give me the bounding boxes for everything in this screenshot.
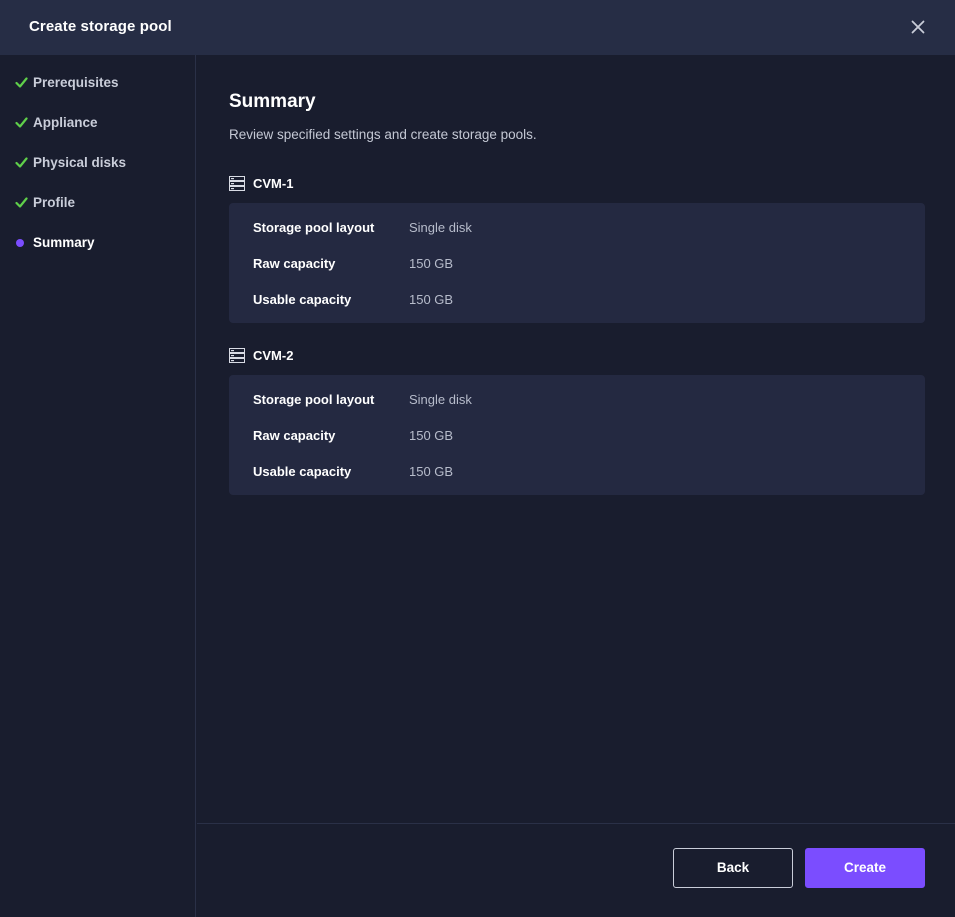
create-storage-pool-dialog: Create storage pool Prerequisites Applia… — [0, 0, 955, 917]
close-icon[interactable] — [909, 18, 927, 36]
detail-value: 150 GB — [409, 464, 454, 479]
pool-details-card: Storage pool layout Single disk Raw capa… — [229, 375, 925, 495]
detail-key: Usable capacity — [253, 292, 352, 307]
step-summary[interactable]: Summary — [0, 232, 195, 256]
back-button[interactable]: Back — [673, 848, 793, 888]
detail-row: Storage pool layout Single disk — [253, 392, 893, 412]
detail-row: Usable capacity 150 GB — [253, 464, 893, 484]
step-label: Summary — [33, 235, 95, 250]
page-description: Review specified settings and create sto… — [229, 127, 537, 142]
server-icon — [229, 176, 245, 191]
detail-value: 150 GB — [409, 428, 454, 443]
check-icon — [15, 76, 28, 89]
summary-panel: Summary Review specified settings and cr… — [197, 55, 955, 823]
step-label: Prerequisites — [33, 75, 119, 90]
step-label: Appliance — [33, 115, 98, 130]
step-physical-disks[interactable]: Physical disks — [0, 152, 195, 176]
detail-value: 150 GB — [409, 292, 454, 307]
check-icon — [15, 156, 28, 169]
detail-key: Storage pool layout — [253, 220, 375, 235]
pool-header-cvm-2: CVM-2 — [229, 347, 529, 365]
create-button[interactable]: Create — [805, 848, 925, 888]
pool-name: CVM-2 — [253, 348, 294, 363]
detail-key: Usable capacity — [253, 464, 352, 479]
step-label: Physical disks — [33, 155, 127, 170]
detail-key: Raw capacity — [253, 428, 336, 443]
pool-details-card: Storage pool layout Single disk Raw capa… — [229, 203, 925, 323]
dialog-footer: Back Create — [197, 823, 955, 917]
page-title: Summary — [229, 91, 316, 112]
step-appliance[interactable]: Appliance — [0, 112, 195, 136]
dot-icon — [16, 239, 24, 247]
check-icon — [15, 116, 28, 129]
step-prerequisites[interactable]: Prerequisites — [0, 72, 195, 96]
detail-row: Raw capacity 150 GB — [253, 256, 893, 276]
check-icon — [15, 196, 28, 209]
step-label: Profile — [33, 195, 76, 210]
detail-key: Raw capacity — [253, 256, 336, 271]
detail-key: Storage pool layout — [253, 392, 375, 407]
dialog-title: Create storage pool — [29, 18, 172, 35]
step-profile[interactable]: Profile — [0, 192, 195, 216]
detail-row: Raw capacity 150 GB — [253, 428, 893, 448]
server-icon — [229, 348, 245, 363]
wizard-steps: Prerequisites Appliance Physical disks P… — [0, 55, 196, 917]
detail-value: Single disk — [409, 392, 472, 407]
dialog-header: Create storage pool — [0, 0, 955, 55]
pool-header-cvm-1: CVM-1 — [229, 175, 529, 193]
pool-name: CVM-1 — [253, 176, 294, 191]
detail-row: Usable capacity 150 GB — [253, 292, 893, 312]
detail-value: Single disk — [409, 220, 472, 235]
detail-value: 150 GB — [409, 256, 454, 271]
detail-row: Storage pool layout Single disk — [253, 220, 893, 240]
